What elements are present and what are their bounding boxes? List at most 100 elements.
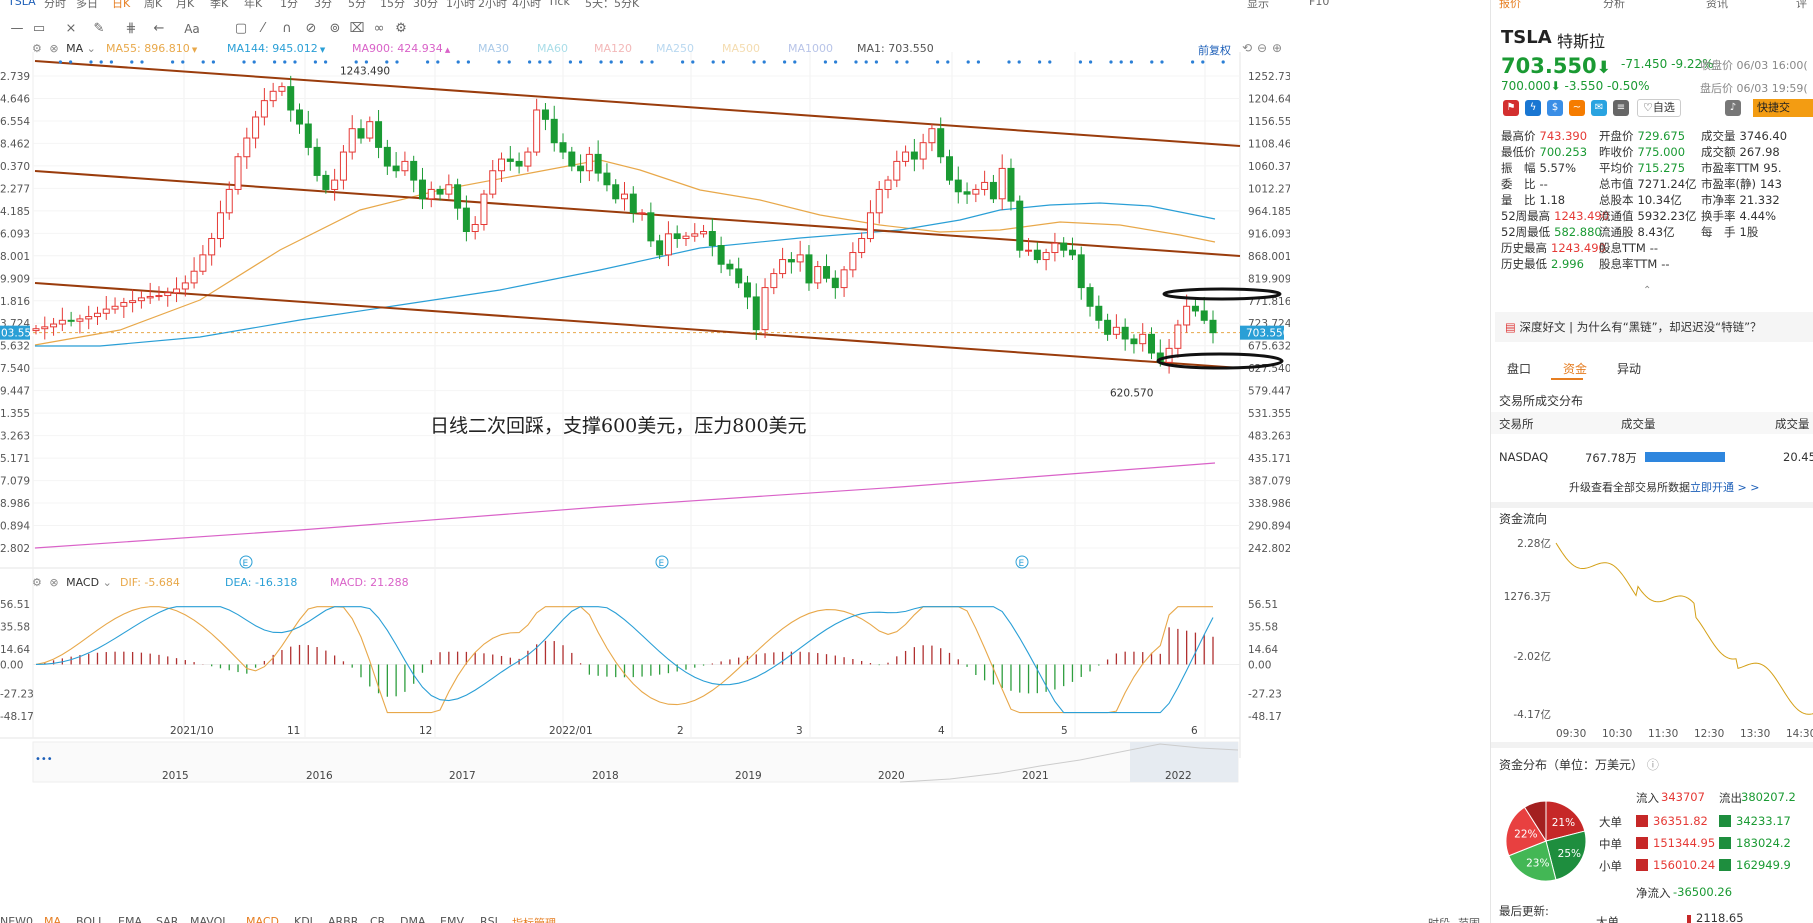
period-5[interactable]: 月K — [176, 0, 194, 10]
period-15[interactable]: 4小时 — [512, 0, 541, 10]
topbar-right-1[interactable]: F10 — [1309, 0, 1329, 8]
reset-icon[interactable]: ⟲ — [1242, 42, 1252, 55]
period-17[interactable]: 5天：5分K — [585, 0, 639, 10]
indicator-tab-8[interactable]: ARBR — [328, 915, 358, 923]
ma-legend-2[interactable]: MA900: 424.934 ▲ — [352, 42, 450, 55]
magnet-icon[interactable]: ∩ — [278, 20, 296, 38]
ma-legend-5[interactable]: MA120 — [594, 42, 632, 55]
ma-legend-1[interactable]: MA144: 945.012 ▼ — [227, 42, 325, 55]
settings-icon[interactable]: ⚙ — [32, 42, 42, 55]
indicator-tab-12[interactable]: RSI — [480, 915, 498, 923]
us-flag-icon[interactable]: ⚑ — [1503, 100, 1519, 116]
favorite-button[interactable]: ♡自选 — [1637, 99, 1681, 117]
panel-tab-3[interactable]: 评 — [1796, 0, 1807, 10]
upgrade-link[interactable]: 立即开通 > > — [1690, 481, 1759, 494]
period-10[interactable]: 5分 — [348, 0, 366, 10]
fib-icon[interactable]: ⋕ — [122, 20, 140, 38]
indicator-tab-7[interactable]: KDJ — [294, 915, 313, 923]
sub-tab-2[interactable]: 异动 — [1617, 360, 1641, 377]
indicator-tab-3[interactable]: EMA — [118, 915, 142, 923]
lightning-icon[interactable]: ϟ — [1525, 100, 1541, 116]
indicator-tab-0[interactable]: NEW0 — [0, 915, 33, 923]
period-0[interactable]: TSLA — [8, 0, 36, 8]
period-12[interactable]: 30分 — [413, 0, 438, 10]
indicator-tab-5[interactable]: MAVOL — [190, 915, 228, 923]
drawing-line-icon[interactable]: — — [8, 20, 26, 38]
indicator-tab-1[interactable]: MA — [44, 915, 61, 923]
dollar-icon[interactable]: $ — [1547, 100, 1563, 116]
adjust-toggle[interactable]: 前复权 — [1198, 42, 1231, 58]
ma-legend-3[interactable]: MA30 — [478, 42, 509, 55]
indicator-tab-4[interactable]: SAR — [156, 915, 178, 923]
message-icon[interactable]: ✉ — [1591, 100, 1607, 116]
topbar-right-0[interactable]: 显示 — [1247, 0, 1269, 10]
period-11[interactable]: 15分 — [380, 0, 405, 10]
ma-legend-0[interactable]: MA55: 896.810 ▼ — [106, 42, 197, 55]
pen-icon[interactable]: ✎ — [90, 20, 108, 38]
bottom-right-1[interactable]: 范围 — [1458, 915, 1480, 923]
indicator-tab-2[interactable]: BOLL — [76, 915, 104, 923]
period-6[interactable]: 季K — [210, 0, 228, 10]
panel-tab-0[interactable]: 报价 — [1499, 0, 1521, 10]
navigator[interactable] — [32, 741, 1239, 783]
panel-tab-1[interactable]: 分析 — [1603, 0, 1625, 10]
period-3[interactable]: 日K — [112, 0, 130, 10]
period-14[interactable]: 2小时 — [478, 0, 507, 10]
chart-icon[interactable]: ~ — [1569, 100, 1585, 116]
rect-icon[interactable]: ▭ — [30, 20, 48, 38]
period-4[interactable]: 周K — [144, 0, 162, 10]
chevron-down-icon[interactable]: ⌄ — [103, 576, 112, 589]
article-banner[interactable]: ▤ 深度好文 | 为什么有“黑链”，却迟迟没“特链”？ — [1495, 312, 1813, 342]
measure-icon[interactable]: ⨯ — [62, 20, 80, 38]
hide-icon[interactable]: ⊚ — [326, 20, 344, 38]
period-8[interactable]: 1分 — [280, 0, 298, 10]
bottom-right-0[interactable]: 时段 — [1428, 915, 1450, 923]
ma-legend-7[interactable]: MA500 — [722, 42, 760, 55]
close-icon[interactable]: ⊗ — [49, 576, 58, 589]
link-icon[interactable]: ∞ — [370, 20, 388, 38]
period-2[interactable]: 多日 — [76, 0, 98, 10]
doc-icon[interactable]: ≡ — [1613, 100, 1629, 116]
macd-name[interactable]: MACD — [66, 576, 99, 589]
close-icon[interactable]: ⊗ — [49, 42, 58, 55]
divider — [1491, 502, 1813, 508]
ma-legend-8[interactable]: MA1000 — [788, 42, 833, 55]
sub-tab-0[interactable]: 盘口 — [1507, 360, 1531, 377]
period-1[interactable]: 分时 — [44, 0, 66, 10]
settings-icon[interactable]: ⚙ — [32, 576, 42, 589]
sub-tab-1[interactable]: 资金 — [1563, 360, 1587, 377]
period-13[interactable]: 1小时 — [446, 0, 475, 10]
zoom-out-icon[interactable]: ⊖ — [1257, 42, 1267, 55]
indicator-name[interactable]: MA — [66, 42, 83, 55]
indicator-tab-6[interactable]: MACD — [246, 915, 279, 923]
indicator-tab-11[interactable]: EMV — [440, 915, 464, 923]
stock-chart[interactable]: 1252.739 2.739 1204.646 4.646 1156.554 6.554 1… — [0, 42, 1290, 914]
ma-legend-4[interactable]: MA60 — [537, 42, 568, 55]
ma-legend-9[interactable]: MA1: 703.550 — [857, 42, 934, 55]
chevron-down-icon[interactable]: ⌄ — [87, 42, 96, 55]
chevron-up-icon[interactable]: ⌃ — [1643, 285, 1651, 296]
period-7[interactable]: 年K — [244, 0, 262, 10]
stat-value: 10.34亿 — [1637, 193, 1682, 207]
more-icon[interactable]: ••• — [35, 754, 53, 765]
delete-icon[interactable]: ⌧ — [348, 20, 366, 38]
bell-icon[interactable]: ♪ — [1725, 100, 1741, 116]
indicator-tab-13[interactable]: 指标管理 — [512, 915, 556, 923]
period-9[interactable]: 3分 — [314, 0, 332, 10]
candle-body — [278, 86, 286, 92]
ma-legend-6[interactable]: MA250 — [656, 42, 694, 55]
brush-icon[interactable]: ⁄ — [254, 20, 272, 38]
settings-icon[interactable]: ⚙ — [392, 20, 410, 38]
period-16[interactable]: Tick — [548, 0, 570, 8]
annotation-text[interactable]: 日线二次回踩，支撑600美元，压力800美元 — [430, 415, 807, 437]
quick-trade-button[interactable]: 快捷交 — [1753, 99, 1813, 117]
indicator-tab-9[interactable]: CR — [370, 915, 385, 923]
help-icon[interactable]: ⓘ — [1647, 758, 1659, 772]
zoom-in-icon[interactable]: ⊕ — [1272, 42, 1282, 55]
text-tool-button[interactable]: Aa — [182, 20, 202, 38]
lock-icon[interactable]: ⊘ — [302, 20, 320, 38]
panel-tab-2[interactable]: 资讯 — [1706, 0, 1728, 10]
arrow-icon[interactable]: ← — [150, 20, 168, 38]
indicator-tab-10[interactable]: DMA — [400, 915, 426, 923]
note-icon[interactable]: ▢ — [232, 20, 250, 38]
